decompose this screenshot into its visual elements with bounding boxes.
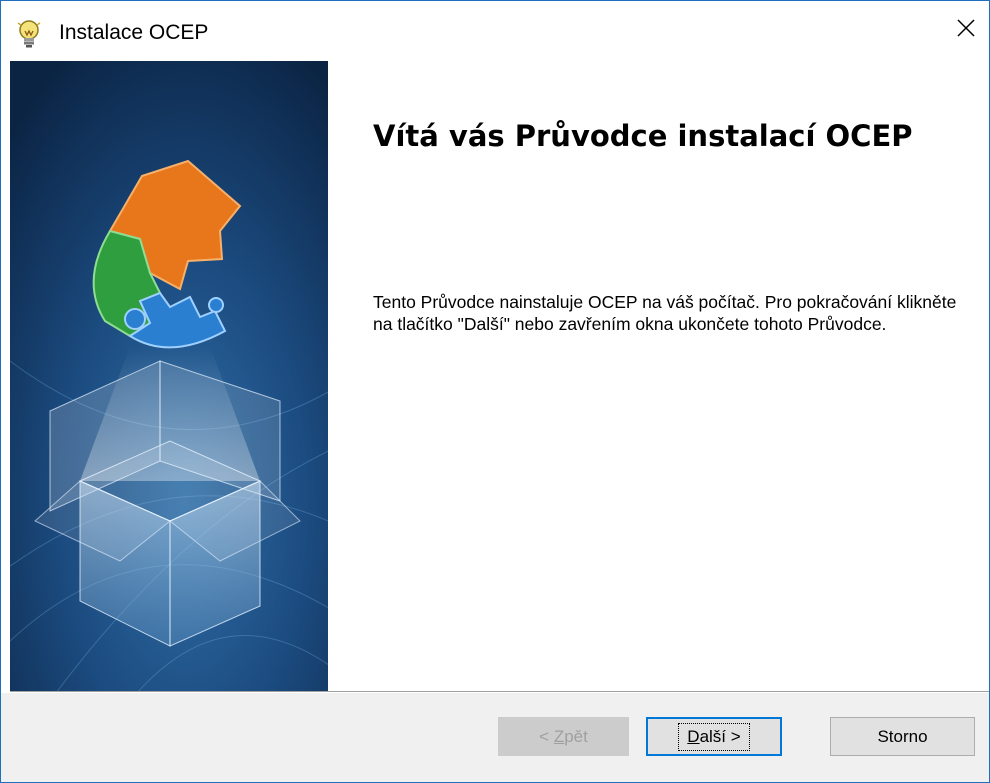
title-bar[interactable]: Instalace OCEP (1, 1, 989, 61)
lightbulb-icon (15, 19, 43, 49)
button-bar: < Zpět Další > Storno (1, 693, 989, 782)
welcome-heading: Vítá vás Průvodce instalací OCEP (373, 119, 913, 153)
wizard-banner-image (10, 61, 328, 691)
next-button[interactable]: Další > (646, 717, 782, 756)
close-icon (956, 18, 976, 43)
installer-window: Instalace OCEP Vítá vás Průvodce instala… (0, 0, 990, 783)
back-button[interactable]: < Zpět (498, 717, 629, 756)
welcome-description: Tento Průvodce nainstaluje OCEP na váš p… (373, 292, 957, 334)
welcome-panel: Vítá vás Průvodce instalací OCEP Tento P… (328, 61, 989, 691)
back-button-label: < Zpět (539, 726, 588, 746)
next-button-label: Další > (678, 722, 750, 751)
cancel-button[interactable]: Storno (830, 717, 975, 756)
window-title: Instalace OCEP (59, 21, 209, 44)
close-button[interactable] (943, 5, 989, 55)
